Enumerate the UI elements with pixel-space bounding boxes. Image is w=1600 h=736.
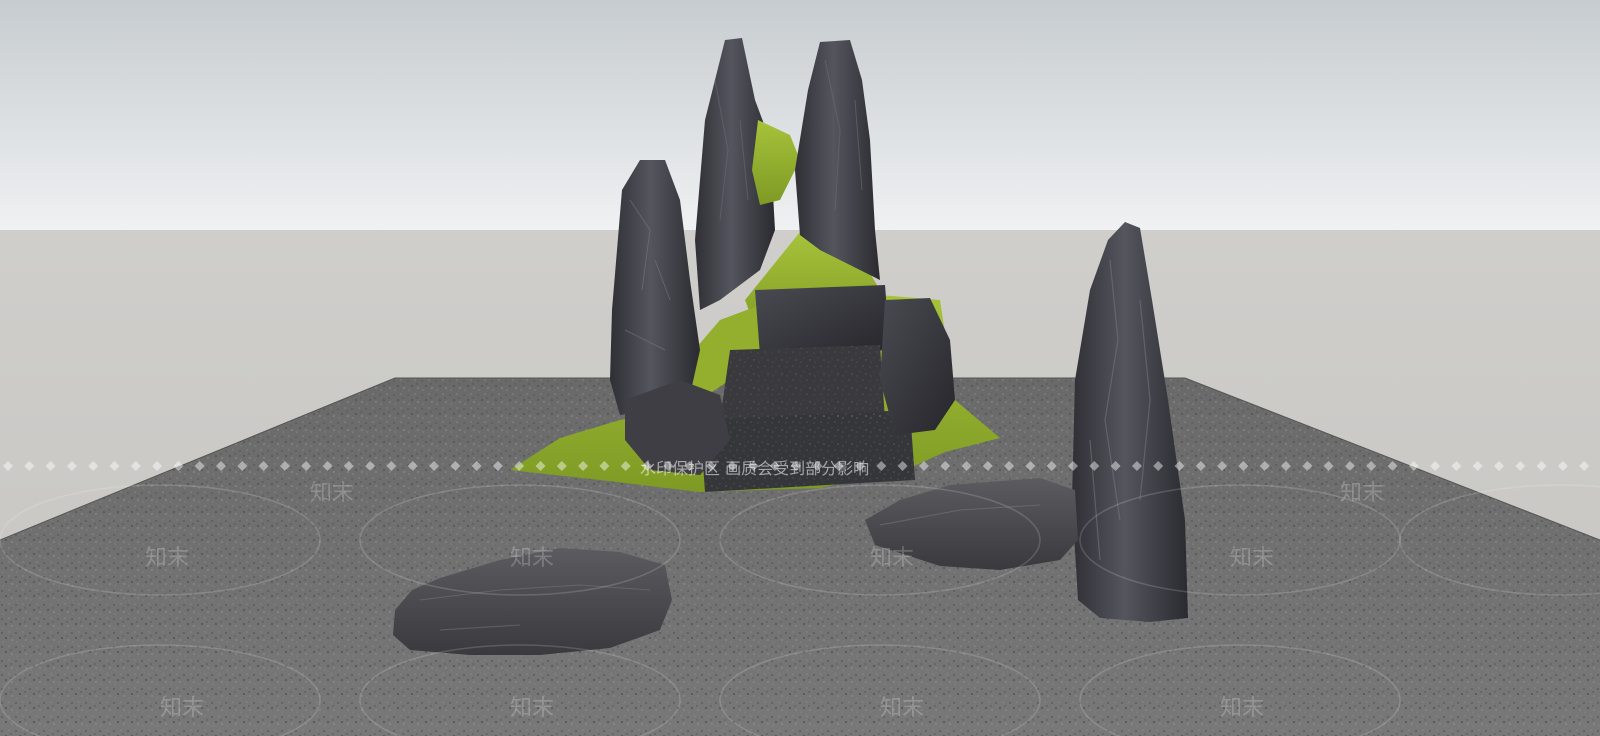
- watermark-brand-2: 知末: [510, 546, 554, 571]
- rock-center-block-top: [755, 285, 890, 355]
- watermark-brand-6: 知末: [1340, 481, 1384, 506]
- watermark-protection-notice: 水印保护区 画质会受到部分影响: [640, 459, 869, 478]
- 3d-scene: 知末 知末 知末 知末 知末 知末 知末 知末 知末 知末 水印保护区 画质会受…: [0, 0, 1600, 736]
- watermark-brand-1: 知末: [145, 546, 189, 571]
- sketchup-viewport[interactable]: 知末 知末 知末 知末 知末 知末 知末 知末 知末 知末 水印保护区 画质会受…: [0, 0, 1600, 736]
- watermark-brand-8: 知末: [510, 696, 554, 721]
- watermark-brand-10: 知末: [1220, 696, 1264, 721]
- watermark-brand-9: 知末: [880, 696, 924, 721]
- watermark-brand-5: 知末: [310, 481, 354, 506]
- watermark-brand-7: 知末: [160, 696, 204, 721]
- watermark-brand-3: 知末: [870, 546, 914, 571]
- watermark-brand-4: 知末: [1230, 546, 1274, 571]
